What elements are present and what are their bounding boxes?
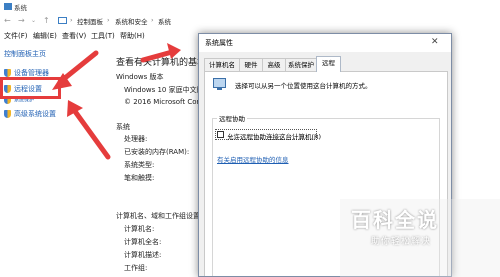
watermark-subtitle: 助你轻松解决 <box>371 237 432 247</box>
arrow-to-remote-tab <box>140 43 181 63</box>
arrow-to-remote-settings <box>52 50 99 90</box>
arrow-up-to-sidebar <box>67 100 111 160</box>
watermark-title: 百科全说 <box>351 208 439 232</box>
